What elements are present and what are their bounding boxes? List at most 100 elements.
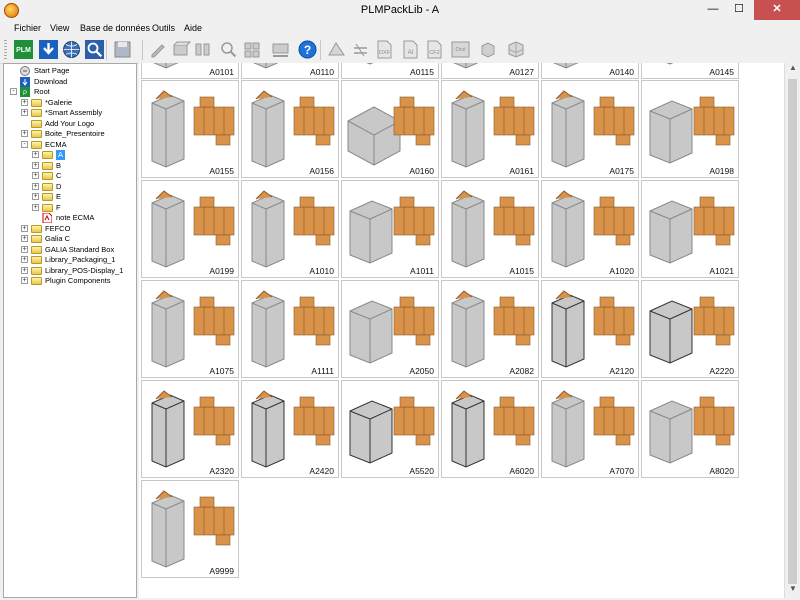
component-thumbnail[interactable]: A1075: [141, 280, 239, 378]
download-icon[interactable]: [38, 39, 59, 60]
component-thumbnail[interactable]: A2120: [541, 280, 639, 378]
component-thumbnail[interactable]: A8020: [641, 380, 739, 478]
maximize-button[interactable]: ☐: [726, 0, 752, 20]
collapse-icon[interactable]: -: [10, 88, 17, 95]
vertical-scrollbar[interactable]: ▲ ▼: [784, 63, 800, 598]
tree-node[interactable]: + F: [4, 203, 134, 213]
help-icon[interactable]: ?: [297, 39, 318, 60]
scrollbar-thumb[interactable]: [788, 79, 797, 584]
menu-fichier[interactable]: Fichier: [14, 23, 41, 33]
expand-icon[interactable]: +: [32, 203, 39, 211]
library-tree[interactable]: Start Page Download - P Root + *Galerie + *Smart…: [3, 63, 137, 598]
minimize-button[interactable]: —: [700, 0, 726, 20]
tree-node[interactable]: + FEFCO: [4, 224, 134, 234]
start-page-icon[interactable]: PLM: [13, 39, 34, 60]
expand-icon[interactable]: +: [32, 193, 39, 200]
menu-base-de-donnees[interactable]: Base de données: [80, 23, 150, 33]
component-thumbnail[interactable]: A0110: [241, 63, 339, 79]
expand-icon[interactable]: +: [21, 109, 28, 116]
expand-icon[interactable]: +: [21, 266, 28, 274]
tree-node[interactable]: + E: [4, 192, 134, 202]
tree-node[interactable]: + *Smart Assembly: [4, 108, 134, 118]
tree-node[interactable]: + A: [4, 150, 134, 160]
component-thumbnail[interactable]: A0160: [341, 80, 439, 178]
expand-icon[interactable]: +: [21, 256, 28, 263]
cf2-export-icon[interactable]: CF2: [424, 39, 445, 60]
close-button[interactable]: ✕: [754, 0, 800, 20]
tree-node[interactable]: + Plugin Components: [4, 276, 134, 286]
tree-node[interactable]: + Boite_Presentoire: [4, 129, 134, 139]
cut-icon[interactable]: [350, 39, 371, 60]
component-thumbnail[interactable]: A0156: [241, 80, 339, 178]
tree-node[interactable]: + D: [4, 182, 134, 192]
component-thumbnail[interactable]: A6020: [441, 380, 539, 478]
zoom-fit-icon[interactable]: [218, 39, 239, 60]
tree-node[interactable]: Start Page: [4, 66, 134, 76]
component-thumbnail[interactable]: A1021: [641, 180, 739, 278]
component-thumbnail[interactable]: A2420: [241, 380, 339, 478]
component-thumbnail[interactable]: A1111: [241, 280, 339, 378]
layout-icon[interactable]: [242, 39, 263, 60]
component-thumbnail[interactable]: A2050: [341, 280, 439, 378]
component-thumbnail[interactable]: A0199: [141, 180, 239, 278]
tree-node[interactable]: note ECMA: [4, 212, 134, 224]
component-thumbnail[interactable]: A0161: [441, 80, 539, 178]
edit-parameters-icon[interactable]: [148, 39, 169, 60]
tree-node[interactable]: + C: [4, 171, 134, 181]
3d-grid-icon[interactable]: [505, 39, 526, 60]
3d-box-icon[interactable]: [477, 39, 498, 60]
component-thumbnail[interactable]: A0140: [541, 63, 639, 79]
expand-icon[interactable]: +: [21, 245, 28, 253]
component-thumbnail[interactable]: A9999: [141, 480, 239, 578]
component-thumbnail[interactable]: A0115: [341, 63, 439, 79]
expand-icon[interactable]: +: [21, 224, 28, 232]
tree-node[interactable]: + Library_POS-Display_1: [4, 266, 134, 276]
expand-icon[interactable]: +: [21, 130, 28, 137]
tree-node[interactable]: + Library_Packaging_1: [4, 255, 134, 265]
toolbar-grip[interactable]: [4, 40, 7, 60]
component-thumbnail[interactable]: A2220: [641, 280, 739, 378]
design-icon[interactable]: [326, 39, 347, 60]
oce-export-icon[interactable]: Océ: [450, 39, 471, 60]
ai-export-icon[interactable]: AI: [400, 39, 421, 60]
component-thumbnail[interactable]: A0198: [641, 80, 739, 178]
expand-icon[interactable]: +: [32, 151, 39, 158]
tree-node[interactable]: + *Galerie: [4, 98, 134, 108]
search-icon[interactable]: [84, 39, 105, 60]
component-thumbnail[interactable]: A1020: [541, 180, 639, 278]
menu-view[interactable]: View: [50, 23, 69, 33]
save-icon[interactable]: [112, 39, 133, 60]
tree-node[interactable]: + Galia C: [4, 234, 134, 244]
globe-icon[interactable]: [61, 39, 82, 60]
expand-icon[interactable]: +: [21, 98, 28, 106]
component-thumbnail[interactable]: A0127: [441, 63, 539, 79]
menu-outils[interactable]: Outils: [152, 23, 175, 33]
component-thumbnail[interactable]: A5520: [341, 380, 439, 478]
tree-node[interactable]: Download: [4, 76, 134, 87]
menu-aide[interactable]: Aide: [184, 23, 202, 33]
tree-node[interactable]: + GALIA Standard Box: [4, 245, 134, 255]
scroll-down-arrow-icon[interactable]: ▼: [785, 584, 800, 598]
tree-node[interactable]: Add Your Logo: [4, 119, 134, 129]
collapse-icon[interactable]: -: [21, 140, 28, 148]
pallet-icon[interactable]: [270, 39, 291, 60]
tree-node[interactable]: + B: [4, 161, 134, 171]
component-thumbnail[interactable]: A1011: [341, 180, 439, 278]
component-thumbnail[interactable]: A0155: [141, 80, 239, 178]
expand-icon[interactable]: +: [32, 172, 39, 179]
scroll-up-arrow-icon[interactable]: ▲: [785, 63, 800, 77]
box-view-icon[interactable]: [170, 39, 192, 60]
folding-icon[interactable]: [192, 39, 213, 60]
component-thumbnail[interactable]: A2320: [141, 380, 239, 478]
expand-icon[interactable]: +: [21, 277, 28, 284]
tree-node[interactable]: - ECMA: [4, 140, 134, 150]
component-thumbnail[interactable]: A1010: [241, 180, 339, 278]
component-thumbnail[interactable]: A0101: [141, 63, 239, 79]
component-thumbnail[interactable]: A0145: [641, 63, 739, 79]
component-thumbnail[interactable]: A7070: [541, 380, 639, 478]
component-thumbnail[interactable]: A0175: [541, 80, 639, 178]
tree-node[interactable]: - P Root: [4, 87, 134, 97]
expand-icon[interactable]: +: [32, 161, 39, 169]
dxf-export-icon[interactable]: DXF: [374, 39, 395, 60]
component-thumbnail[interactable]: A1015: [441, 180, 539, 278]
